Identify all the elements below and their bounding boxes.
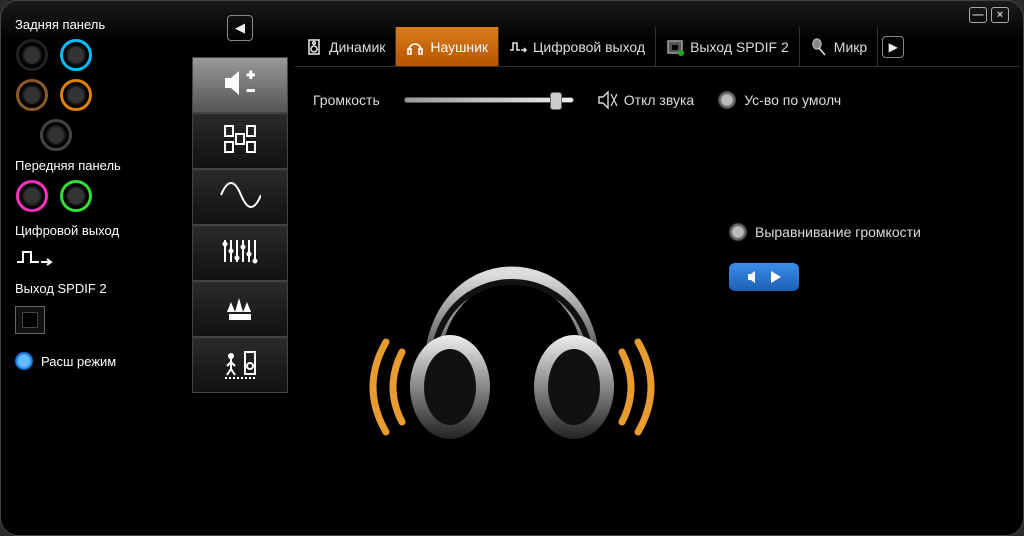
loudness-label: Выравнивание громкости: [755, 224, 921, 240]
tab-digital[interactable]: Цифровой выход: [499, 27, 656, 66]
svg-text:−: −: [247, 83, 255, 98]
mute-label: Откл звука: [624, 92, 694, 108]
digital-out-label: Цифровой выход: [15, 223, 175, 238]
room-icon: [219, 346, 261, 385]
tabs-scroll-right[interactable]: ▶: [882, 36, 904, 58]
radio-icon: [729, 223, 747, 241]
nav-eq-button[interactable]: [192, 225, 288, 281]
play-preview-button[interactable]: [729, 263, 799, 291]
digital-out-icon[interactable]: [15, 248, 175, 271]
svg-text:+: +: [247, 67, 255, 82]
tab-spdif2[interactable]: Выход SPDIF 2: [656, 27, 800, 66]
headphone-icon: [406, 38, 424, 56]
connector-panel: Задняя панель Передняя панель Цифровой в…: [5, 5, 185, 531]
jack-front-2[interactable]: [59, 179, 93, 213]
equalizer-icon: [219, 234, 261, 273]
volume-label: Громкость: [313, 92, 380, 108]
forest-icon: [219, 290, 261, 329]
nav-volume-button[interactable]: +−: [192, 57, 288, 113]
jack-rear-4[interactable]: [59, 78, 93, 112]
extended-mode-label: Расш режим: [41, 354, 116, 369]
nav-speakers-button[interactable]: [192, 113, 288, 169]
nav-column: ◀ +−: [185, 5, 295, 531]
play-icon: [771, 271, 781, 283]
tab-speaker[interactable]: Динамик: [295, 27, 396, 66]
mic-icon: [810, 38, 828, 56]
nav-env-button[interactable]: [192, 281, 288, 337]
extended-mode-icon: [15, 352, 33, 370]
radio-icon: [718, 91, 736, 109]
tab-label: Наушник: [430, 39, 488, 55]
extended-mode-toggle[interactable]: Расш режим: [15, 352, 175, 370]
tab-label: Динамик: [329, 39, 385, 55]
digital-icon: [509, 38, 527, 56]
nav-wave-button[interactable]: [192, 169, 288, 225]
tab-mic[interactable]: Микр: [800, 27, 878, 66]
sound-icon: [747, 270, 763, 284]
default-device-radio[interactable]: Ус-во по умолч: [718, 91, 841, 109]
tab-label: Цифровой выход: [533, 39, 645, 55]
nav-back-button[interactable]: ◀: [227, 15, 253, 41]
multispk-icon: [219, 122, 261, 161]
tab-label: Выход SPDIF 2: [690, 39, 789, 55]
device-tabs: Динамик Наушник Цифровой выход Выход SPDIF …: [295, 27, 1019, 67]
jack-rear-5[interactable]: [39, 118, 73, 152]
spdif-label: Выход SPDIF 2: [15, 281, 175, 296]
tab-headphone[interactable]: Наушник: [396, 27, 499, 66]
rear-panel-label: Задняя панель: [15, 17, 179, 32]
mute-button[interactable]: Откл звука: [598, 91, 694, 109]
default-device-label: Ус-во по умолч: [744, 92, 841, 108]
loudness-radio[interactable]: Выравнивание громкости: [729, 223, 1019, 241]
spdif-icon: [666, 38, 684, 56]
sine-icon: [219, 178, 261, 217]
spdif-port-icon[interactable]: [15, 306, 45, 334]
speaker-icon: [305, 38, 323, 56]
volume-slider[interactable]: [404, 97, 574, 103]
tab-label: Микр: [834, 39, 867, 55]
mute-icon: [598, 91, 618, 109]
jack-front-1[interactable]: [15, 179, 49, 213]
jack-rear-3[interactable]: [15, 78, 49, 112]
nav-room-button[interactable]: [192, 337, 288, 393]
volplus-icon: +−: [219, 66, 261, 105]
jack-rear-1[interactable]: [15, 38, 49, 72]
headphones-illustration: [362, 202, 662, 462]
front-panel-label: Передняя панель: [15, 158, 179, 173]
jack-rear-2[interactable]: [59, 38, 93, 72]
